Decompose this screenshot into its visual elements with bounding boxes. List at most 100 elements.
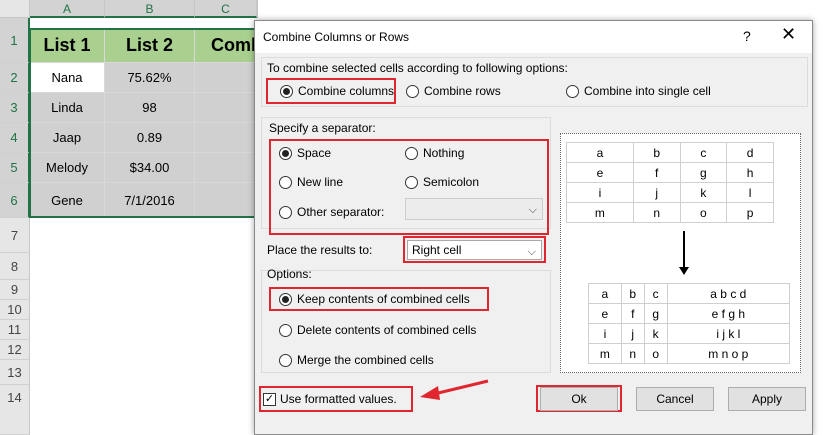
cell-b4[interactable]: 0.89 <box>105 123 195 153</box>
preview-cell: g <box>643 303 668 324</box>
row-header-7[interactable]: 7 <box>0 218 30 253</box>
preview-cell: a <box>588 283 622 304</box>
preview-cell: l <box>726 182 774 203</box>
preview-cell: h <box>726 162 774 183</box>
cell-c6[interactable] <box>195 183 257 218</box>
column-header-d-hidden <box>257 0 258 18</box>
preview-panel: abcd efgh ijkl mnop abca b c d efge f g … <box>560 133 801 373</box>
column-header-b[interactable]: B <box>105 0 195 18</box>
dialog-title: Combine Columns or Rows <box>263 30 410 44</box>
radio-label: Nothing <box>423 146 465 160</box>
cell-c2[interactable] <box>195 63 257 93</box>
header-cell-list-1[interactable]: List 1 <box>30 28 105 63</box>
radio-nothing[interactable]: Nothing <box>405 146 464 160</box>
radio-label: Delete contents of combined cells <box>297 323 477 337</box>
row-header-6[interactable]: 6 <box>0 183 30 218</box>
header-cell-list-2[interactable]: List 2 <box>105 28 195 63</box>
cell-a5[interactable]: Melody <box>30 153 105 183</box>
column-header-c[interactable]: C <box>195 0 257 18</box>
place-results-label: Place the results to: <box>267 243 373 257</box>
preview-cell: o <box>679 202 728 223</box>
radio-label: New line <box>297 175 344 189</box>
preview-cell: c <box>643 283 668 304</box>
radio-merge-cells[interactable]: Merge the combined cells <box>279 353 434 367</box>
combine-dialog: Combine Columns or Rows ? ✕ To combine s… <box>254 20 813 435</box>
separator-label: Specify a separator: <box>269 121 376 135</box>
radio-dot-icon <box>279 146 292 160</box>
table-row: ijkl <box>566 182 774 203</box>
preview-cell: i j k l <box>666 323 791 344</box>
preview-cell: o <box>643 343 668 364</box>
highlight-box <box>266 78 396 104</box>
radio-keep-contents[interactable]: Keep contents of combined cells <box>279 292 470 306</box>
cell-a3[interactable]: Linda <box>30 93 105 123</box>
row-header-12[interactable]: 12 <box>0 340 30 360</box>
cancel-button[interactable]: Cancel <box>636 387 714 411</box>
cell-c4[interactable] <box>195 123 257 153</box>
row-header-2[interactable]: 2 <box>0 63 30 93</box>
radio-combine-rows[interactable]: Combine rows <box>406 84 501 98</box>
row-header-14[interactable]: 14 <box>0 385 30 435</box>
preview-cell: m <box>566 202 634 223</box>
radio-label: Other separator: <box>297 205 385 219</box>
cell-a2[interactable]: Nana <box>30 63 105 93</box>
cell-c3[interactable] <box>195 93 257 123</box>
cell-a4[interactable]: Jaap <box>30 123 105 153</box>
place-results-select[interactable]: Right cell ⌵ <box>407 240 542 260</box>
row-header-4[interactable]: 4 <box>0 123 30 153</box>
radio-label: Keep contents of combined cells <box>297 292 470 306</box>
table-row: mnop <box>566 202 774 223</box>
use-formatted-checkbox[interactable]: ✓ Use formatted values. <box>263 392 397 406</box>
radio-semicolon[interactable]: Semicolon <box>405 175 479 189</box>
select-all-corner[interactable] <box>0 0 30 18</box>
radio-dot-icon <box>406 84 419 98</box>
cell-b2[interactable]: 75.62% <box>105 63 195 93</box>
radio-other-separator[interactable]: Other separator: <box>279 205 384 219</box>
checkbox-label: Use formatted values. <box>280 392 397 406</box>
ok-button[interactable]: Ok <box>540 387 618 411</box>
cell-b6[interactable]: 7/1/2016 <box>105 183 195 218</box>
preview-after-table: abca b c d efge f g h ijki j k l mnom n … <box>588 283 791 364</box>
preview-cell: b <box>632 142 681 163</box>
preview-cell: k <box>679 182 728 203</box>
row-header-11[interactable]: 11 <box>0 320 30 340</box>
other-separator-combo[interactable]: ⌵ <box>405 198 543 220</box>
radio-delete-contents[interactable]: Delete contents of combined cells <box>279 323 476 337</box>
radio-space[interactable]: Space <box>279 146 331 160</box>
preview-cell: m n o p <box>666 343 791 364</box>
cell-b3[interactable]: 98 <box>105 93 195 123</box>
dialog-titlebar[interactable]: Combine Columns or Rows ? ✕ <box>255 21 812 53</box>
radio-dot-icon <box>279 353 292 367</box>
row-header-13[interactable]: 13 <box>0 360 30 385</box>
radio-new-line[interactable]: New line <box>279 175 343 189</box>
radio-dot-icon <box>279 323 292 337</box>
radio-combine-single-cell[interactable]: Combine into single cell <box>566 84 711 98</box>
table-row: ijki j k l <box>588 323 791 344</box>
row-header-9[interactable]: 9 <box>0 280 30 300</box>
radio-dot-icon <box>405 175 418 189</box>
cell-a6[interactable]: Gene <box>30 183 105 218</box>
table-row: efge f g h <box>588 303 791 324</box>
chevron-down-icon: ⌵ <box>527 246 536 258</box>
preview-cell: f <box>632 162 681 183</box>
cell-b5[interactable]: $34.00 <box>105 153 195 183</box>
column-header-a[interactable]: A <box>30 0 105 18</box>
preview-cell: b <box>620 283 645 304</box>
row-header-8[interactable]: 8 <box>0 253 30 280</box>
help-icon[interactable]: ? <box>743 28 751 44</box>
preview-cell: n <box>620 343 645 364</box>
row-header-10[interactable]: 10 <box>0 300 30 320</box>
preview-cell: m <box>588 343 622 364</box>
row-header-3[interactable]: 3 <box>0 93 30 123</box>
close-icon[interactable]: ✕ <box>781 24 796 45</box>
chevron-down-icon: ⌵ <box>528 204 537 216</box>
preview-before-table: abcd efgh ijkl mnop <box>566 142 774 223</box>
cell-c5[interactable] <box>195 153 257 183</box>
preview-cell: p <box>726 202 774 223</box>
table-row: abca b c d <box>588 283 791 304</box>
preview-cell: e <box>566 162 634 183</box>
row-header-1[interactable]: 1 <box>0 18 30 63</box>
header-cell-combined[interactable]: Comb <box>195 28 257 63</box>
apply-button[interactable]: Apply <box>728 387 806 411</box>
row-header-5[interactable]: 5 <box>0 153 30 183</box>
